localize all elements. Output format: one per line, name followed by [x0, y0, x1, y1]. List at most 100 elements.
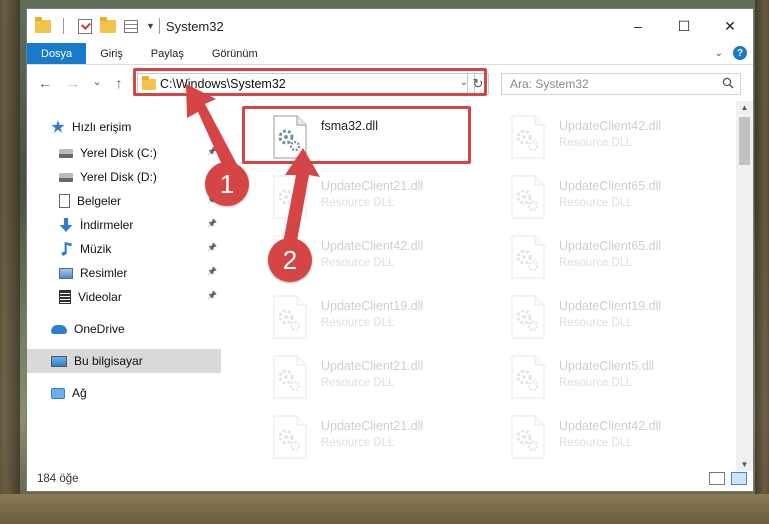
file-item[interactable]: UpdateClient5.dll Resource DLL [503, 351, 733, 407]
navigation-row: ← → ⌄ ↑ C:\Windows\System32 ⌄ ↻ Ara: Sys… [27, 69, 753, 101]
sidebar-item[interactable]: Hızlı erişim [27, 115, 221, 139]
item-count: 184 öğe [37, 473, 79, 485]
sidebar-item-label: Videolar [78, 290, 122, 304]
dll-file-icon [511, 355, 545, 399]
pin-icon[interactable]: 📌 [207, 219, 217, 228]
sidebar-item-label: İndirmeler [80, 218, 134, 232]
drive-icon [59, 148, 73, 158]
file-type: Resource DLL [321, 317, 395, 329]
file-type: Resource DLL [321, 197, 395, 209]
recent-locations-button[interactable]: ⌄ [87, 75, 107, 88]
new-folder-icon[interactable] [100, 16, 116, 33]
vertical-scrollbar[interactable]: ▲ ▼ [736, 101, 753, 471]
pin-icon[interactable]: 📌 [207, 267, 217, 276]
tab-share[interactable]: Paylaş [137, 43, 198, 64]
pin-icon[interactable]: 📌 [207, 243, 217, 252]
toolbar-separator [63, 18, 64, 34]
maximize-button[interactable]: ☐ [661, 9, 707, 43]
sidebar-item[interactable]: Müzik 📌 [27, 237, 221, 261]
sidebar-item-label: Müzik [80, 242, 112, 256]
file-type: Resource DLL [321, 377, 395, 389]
window-controls: – ☐ ✕ [615, 9, 753, 43]
file-name: UpdateClient19.dll [321, 299, 424, 313]
dll-file-icon [273, 355, 307, 399]
sidebar-item[interactable]: OneDrive [27, 317, 221, 341]
file-name: UpdateClient42.dll [559, 119, 662, 133]
sidebar-item-label: Yerel Disk (D:) [80, 170, 157, 184]
help-icon[interactable]: ? [733, 46, 747, 60]
sidebar-item-label: Yerel Disk (C:) [80, 146, 157, 160]
customize-toolbar-caret-icon[interactable]: ▼ [146, 21, 155, 31]
explorer-window: ▼ System32 – ☐ ✕ Dosya Giriş Paylaş Görü… [26, 8, 754, 492]
sidebar-item[interactable]: Ağ [27, 381, 221, 405]
scrollbar-thumb[interactable] [739, 117, 750, 165]
tab-home[interactable]: Giriş [86, 43, 137, 64]
file-item[interactable]: UpdateClient65.dll Resource DLL [503, 231, 733, 287]
dll-file-icon [273, 295, 307, 339]
details-view-icon[interactable] [709, 472, 725, 485]
tab-file[interactable]: Dosya [27, 43, 87, 64]
address-bar[interactable]: C:\Windows\System32 ⌄ [137, 73, 475, 95]
file-item[interactable]: UpdateClient42.dll Resource DLL [503, 411, 733, 467]
window-title: System32 [165, 18, 224, 34]
ribbon-right: ⌄ ? [715, 46, 747, 60]
large-icons-view-icon[interactable] [731, 472, 747, 485]
view-switcher [709, 472, 747, 485]
file-item[interactable]: UpdateClient21.dll Resource DLL [265, 411, 495, 467]
scroll-up-icon[interactable]: ▲ [736, 103, 753, 112]
file-item[interactable]: UpdateClient42.dll Resource DLL [503, 111, 733, 167]
file-type: Resource DLL [559, 137, 633, 149]
sidebar-item-label: OneDrive [74, 322, 125, 336]
expand-ribbon-chevron-icon[interactable]: ⌄ [715, 48, 723, 59]
video-icon [59, 290, 71, 304]
file-item[interactable]: UpdateClient19.dll Resource DLL [503, 291, 733, 347]
forward-button[interactable]: → [63, 75, 83, 91]
documents-icon [59, 194, 70, 208]
title-separator [158, 18, 160, 34]
pin-icon[interactable]: 📌 [207, 291, 217, 300]
file-name: UpdateClient42.dll [321, 239, 424, 253]
dll-file-icon [511, 295, 545, 339]
file-name: UpdateClient65.dll [559, 179, 662, 193]
search-icon [722, 77, 734, 89]
dll-file-icon [511, 115, 545, 159]
computer-icon [51, 355, 67, 367]
address-folder-icon [142, 76, 156, 90]
file-item[interactable]: UpdateClient65.dll Resource DLL [503, 171, 733, 227]
sidebar-item[interactable]: Yerel Disk (D:)📌 [27, 165, 221, 189]
callout-badge-2: 2 [268, 238, 312, 282]
file-type: Resource DLL [559, 197, 633, 209]
dll-file-icon [273, 115, 307, 159]
minimize-button[interactable]: – [615, 9, 661, 43]
close-button[interactable]: ✕ [707, 9, 753, 43]
file-type: Resource DLL [321, 257, 395, 269]
file-type: Resource DLL [559, 437, 633, 449]
sidebar-item[interactable]: Videolar 📌 [27, 285, 221, 309]
file-item[interactable]: UpdateClient21.dll Resource DLL [265, 171, 495, 227]
sidebar-item[interactable]: Belgeler📌 [27, 189, 221, 213]
sidebar-item[interactable]: Yerel Disk (C:) 📌 [27, 141, 221, 165]
back-button[interactable]: ← [35, 75, 55, 91]
sidebar-item-label: Belgeler [77, 194, 122, 208]
address-path: C:\Windows\System32 [160, 77, 286, 91]
sidebar-item[interactable]: Bu bilgisayar [27, 349, 221, 373]
tab-view[interactable]: Görünüm [198, 43, 272, 64]
file-item[interactable]: UpdateClient19.dll Resource DLL [265, 291, 495, 347]
file-item[interactable]: fsma32.dll [265, 111, 495, 167]
file-type: Resource DLL [559, 317, 633, 329]
file-item[interactable]: UpdateClient21.dll Resource DLL [265, 351, 495, 407]
up-button[interactable]: ↑ [109, 75, 129, 91]
properties-check-icon[interactable] [78, 18, 92, 34]
properties-icon[interactable] [124, 19, 138, 33]
refresh-button[interactable]: ↻ [467, 73, 489, 95]
sidebar-item-label: Bu bilgisayar [74, 354, 143, 368]
status-bar: 184 öğe [27, 467, 753, 491]
search-placeholder: Ara: System32 [510, 77, 589, 91]
sidebar-item[interactable]: Resimler 📌 [27, 261, 221, 285]
file-name: UpdateClient21.dll [321, 179, 424, 193]
file-type: Resource DLL [559, 257, 633, 269]
pin-icon[interactable]: 📌 [207, 147, 217, 156]
search-box[interactable]: Ara: System32 [501, 73, 741, 95]
file-type: Resource DLL [559, 377, 633, 389]
sidebar-item[interactable]: İndirmeler 📌 [27, 213, 221, 237]
